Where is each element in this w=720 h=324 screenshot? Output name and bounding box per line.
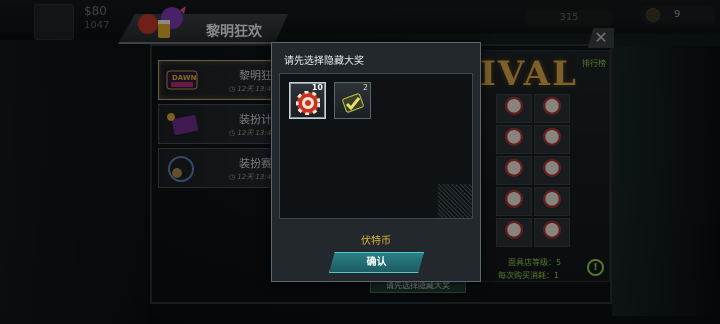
corner-hatch xyxy=(438,184,472,218)
item-count: 2 xyxy=(362,83,368,92)
chip-token-icon xyxy=(296,91,320,115)
dialog-title: 请先选择隐藏大奖 xyxy=(284,56,364,67)
prize-item-list: 10 2 xyxy=(279,73,473,219)
check-card-icon xyxy=(342,93,364,113)
hidden-prize-dialog: 请先选择隐藏大奖 10 2 伏特币 确认 xyxy=(271,42,481,282)
currency-label: 伏特币 xyxy=(361,236,391,247)
item-count: 10 xyxy=(311,83,323,92)
prize-slot-chip[interactable]: 10 xyxy=(289,82,326,119)
confirm-button[interactable]: 确认 xyxy=(329,252,424,273)
prize-slot-check[interactable]: 2 xyxy=(334,82,371,119)
